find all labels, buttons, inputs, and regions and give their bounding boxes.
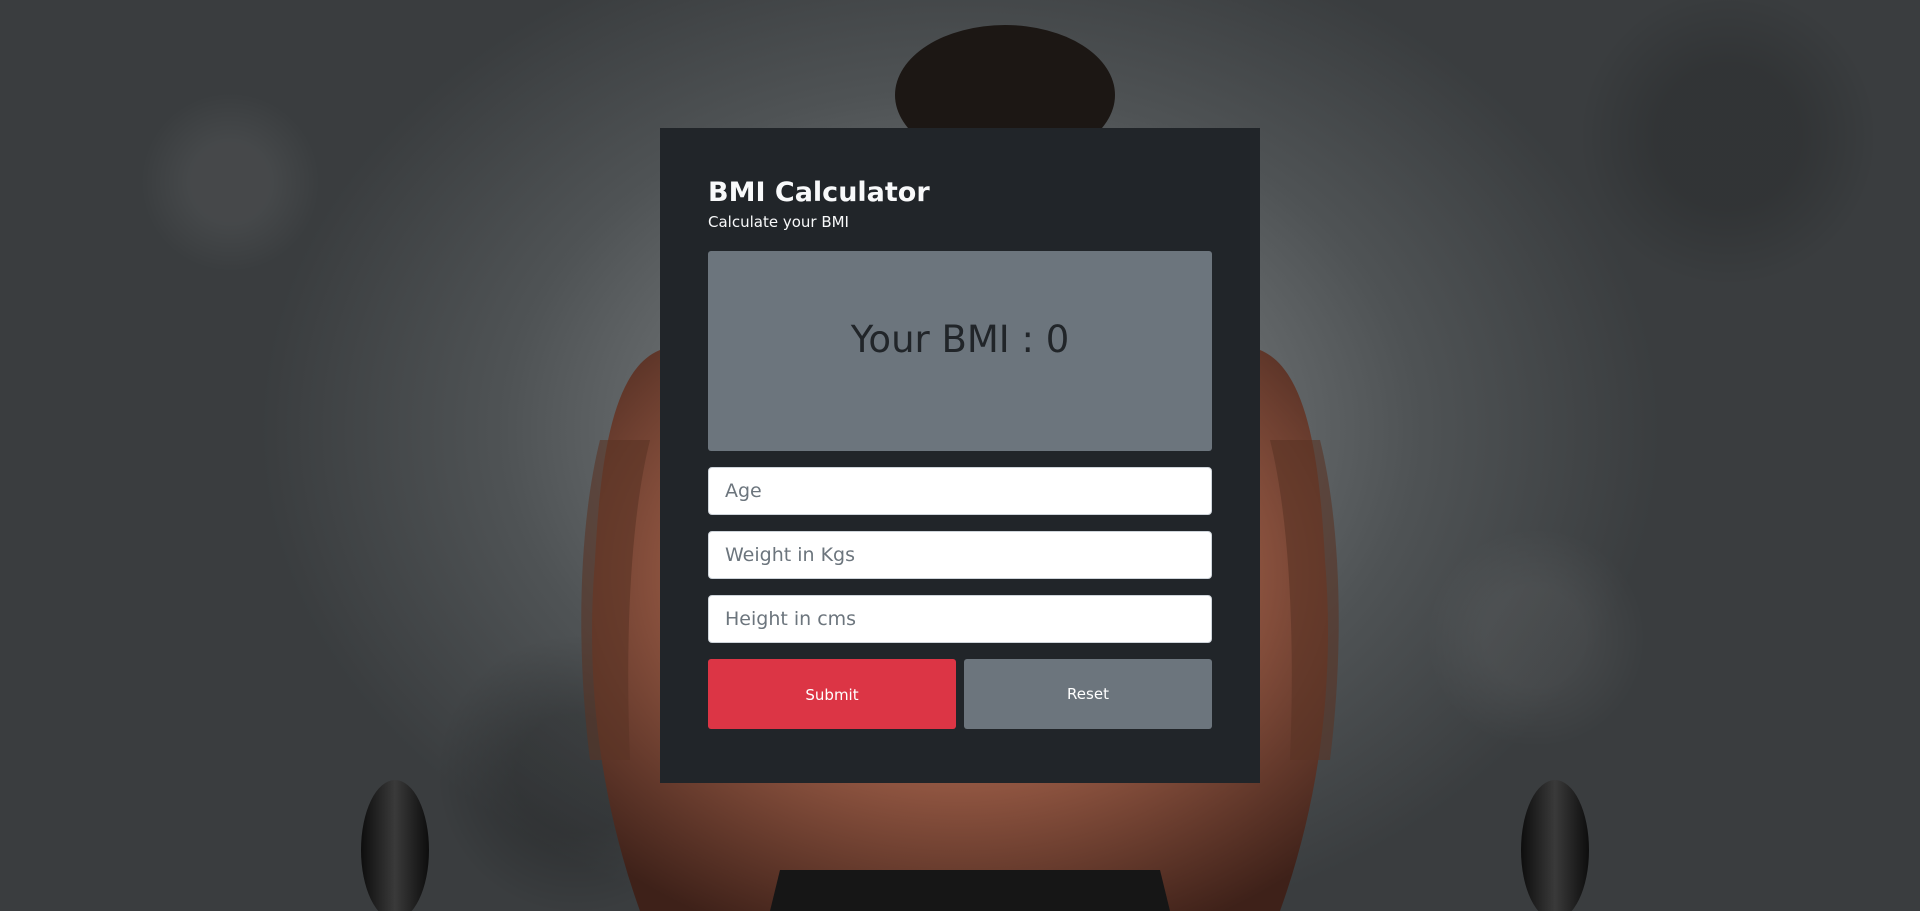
action-buttons: Submit Reset <box>708 659 1212 729</box>
age-input[interactable] <box>708 467 1212 515</box>
height-input[interactable] <box>708 595 1212 643</box>
page-subtitle: Calculate your BMI <box>708 213 849 231</box>
submit-button[interactable]: Submit <box>708 659 956 729</box>
bmi-result-panel: Your BMI : 0 <box>708 251 1212 451</box>
page-title: BMI Calculator <box>708 177 930 208</box>
page-background: BMI Calculator Calculate your BMI Your B… <box>0 0 1920 911</box>
bmi-calculator-card: BMI Calculator Calculate your BMI Your B… <box>660 128 1260 783</box>
weight-input[interactable] <box>708 531 1212 579</box>
reset-button[interactable]: Reset <box>964 659 1212 729</box>
bmi-result-text: Your BMI : 0 <box>850 318 1070 361</box>
